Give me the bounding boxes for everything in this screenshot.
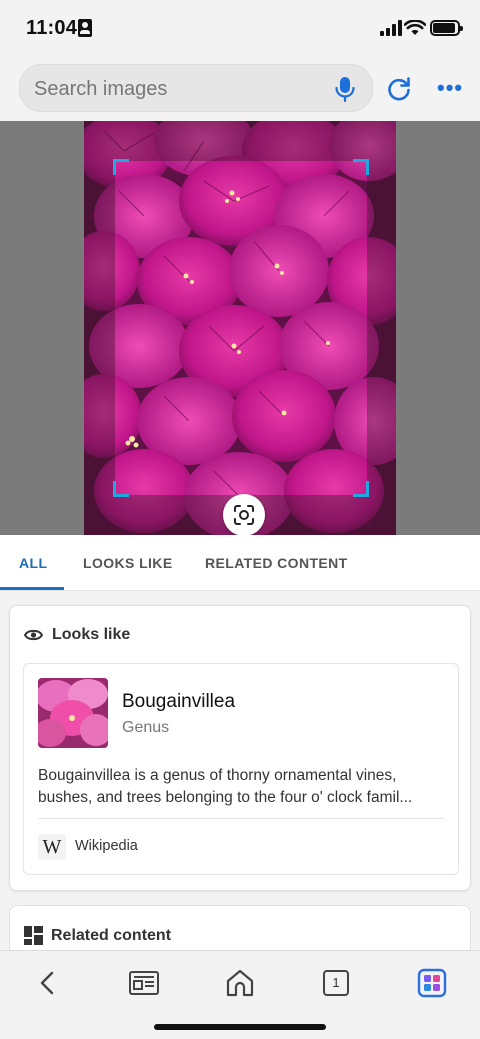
looks-like-title: Looks like <box>52 626 131 643</box>
crop-dim-right <box>367 161 396 495</box>
crop-dim-top <box>84 121 396 161</box>
crop-dim-left <box>84 161 115 495</box>
divider <box>38 818 444 819</box>
tab-all[interactable]: ALL <box>19 555 47 571</box>
results-content: Looks like Bougainvillea Genus Bougainvi… <box>0 592 480 950</box>
wikipedia-logo-icon: W <box>38 834 66 860</box>
tabs-button[interactable]: 1 <box>318 965 354 1001</box>
battery-icon <box>430 20 463 36</box>
search-input[interactable] <box>34 76 324 102</box>
looks-like-card: Looks like Bougainvillea Genus Bougainvi… <box>9 605 471 891</box>
related-content-card: Related content <box>9 905 471 950</box>
tabs-icon: 1 <box>323 970 349 996</box>
status-time: 11:04 <box>26 17 78 39</box>
grid-icon <box>24 926 43 945</box>
back-icon <box>40 971 54 995</box>
eye-icon <box>24 629 43 641</box>
crop-handle-bottom-left[interactable] <box>113 481 129 497</box>
home-indicator[interactable] <box>154 1024 326 1030</box>
home-button[interactable] <box>222 965 258 1001</box>
refresh-icon[interactable] <box>386 76 412 102</box>
visual-search-icon <box>234 505 254 525</box>
crop-selection[interactable] <box>113 159 369 497</box>
status-bar: 11:04 <box>0 0 480 58</box>
crop-handle-top-left[interactable] <box>113 159 129 175</box>
bottom-navigation: 1 <box>0 950 480 1039</box>
looks-like-header: Looks like <box>24 626 130 644</box>
cellular-signal-icon <box>380 20 402 36</box>
related-content-title: Related content <box>51 926 172 944</box>
apps-button[interactable] <box>414 965 450 1001</box>
more-options-icon[interactable]: ••• <box>437 77 463 99</box>
back-button[interactable] <box>30 965 66 1001</box>
home-icon <box>226 969 254 997</box>
tab-related-content[interactable]: RELATED CONTENT <box>205 555 348 571</box>
entity-title[interactable]: Bougainvillea <box>122 691 235 713</box>
entity-result[interactable]: Bougainvillea Genus Bougainvillea is a g… <box>23 663 459 875</box>
reader-icon <box>129 971 159 995</box>
visual-search-button[interactable] <box>223 494 265 536</box>
source-label[interactable]: Wikipedia <box>75 838 138 854</box>
entity-description: Bougainvillea is a genus of thorny ornam… <box>38 767 413 806</box>
reader-button[interactable] <box>126 965 162 1001</box>
search-bar[interactable] <box>19 64 373 112</box>
apps-icon <box>417 968 447 998</box>
wifi-icon <box>404 20 426 35</box>
microphone-icon[interactable] <box>333 76 357 102</box>
tab-looks-like[interactable]: LOOKS LIKE <box>83 555 173 571</box>
active-tab-indicator <box>0 587 64 590</box>
result-tabs: ALL LOOKS LIKE RELATED CONTENT <box>0 535 480 591</box>
crop-handle-top-right[interactable] <box>353 159 369 175</box>
entity-thumbnail[interactable] <box>38 678 108 748</box>
related-content-header: Related content <box>24 926 171 945</box>
crop-handle-bottom-right[interactable] <box>353 481 369 497</box>
contact-card-icon <box>78 19 92 37</box>
entity-subtitle: Genus <box>122 719 170 736</box>
